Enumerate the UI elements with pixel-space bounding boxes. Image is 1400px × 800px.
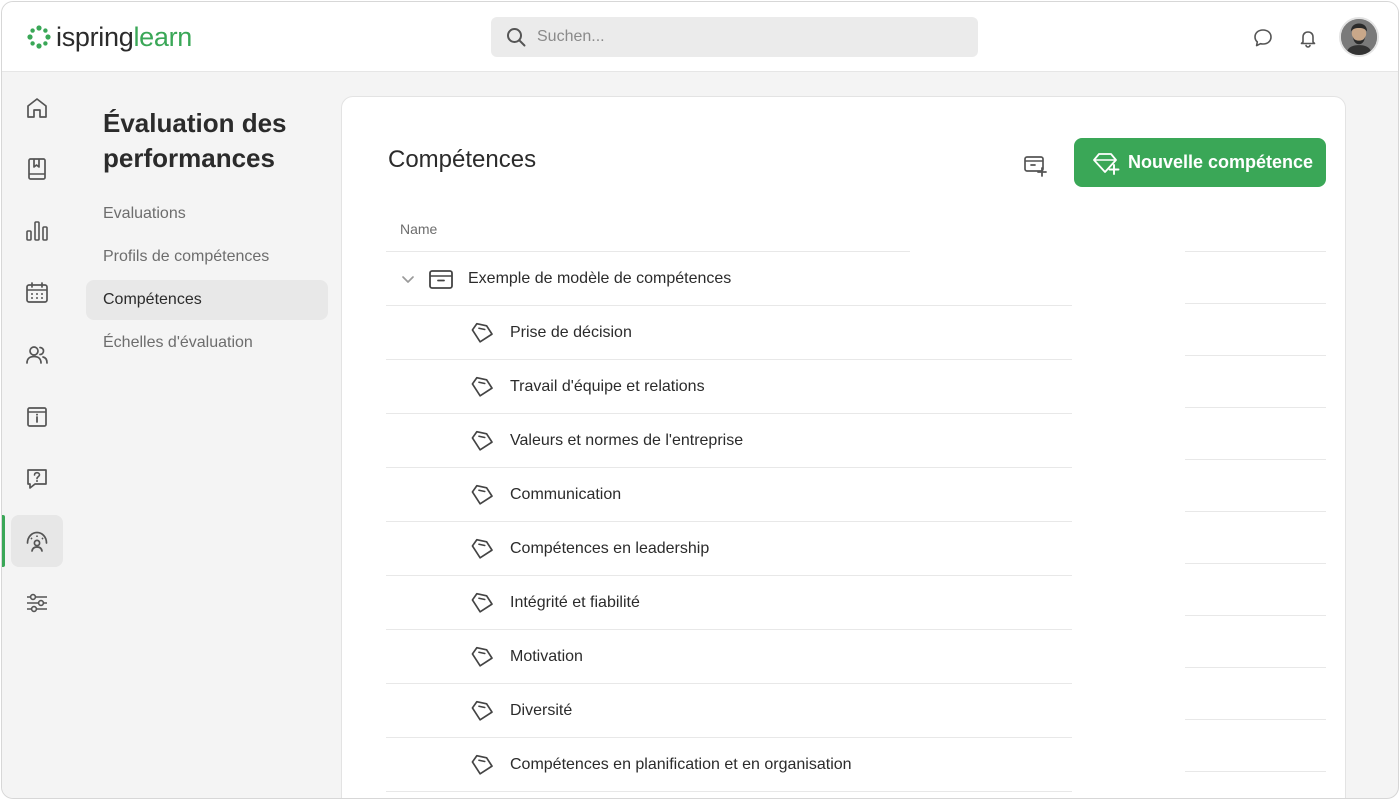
app-window: ispringlearn Suchen... Évaluation des pe…: [1, 1, 1399, 799]
diamond-icon: [471, 376, 493, 397]
course-book-icon: [28, 158, 46, 180]
logo-text-ispring: ispring: [56, 22, 134, 52]
folder-add-icon: [1024, 156, 1047, 177]
diamond-icon: [471, 484, 493, 505]
category-folder-icon: [429, 270, 453, 289]
column-divider: [1185, 667, 1326, 668]
main-panel: Compétences Nouvelle compétence Name Exe…: [341, 96, 1346, 798]
nav-settings[interactable]: [11, 577, 63, 629]
column-divider: [1185, 615, 1326, 616]
diamond-icon: [471, 322, 493, 343]
column-divider: [1185, 251, 1326, 252]
new-competence-button[interactable]: Nouvelle compétence: [1074, 138, 1326, 187]
help-question-icon: [27, 469, 47, 489]
competence-row[interactable]: Prise de décision: [386, 306, 1072, 360]
column-divider: [1185, 563, 1326, 564]
subnav-item-competences[interactable]: Compétences: [86, 280, 328, 320]
top-header: ispringlearn: [2, 2, 1398, 72]
avatar-person-icon: [1341, 19, 1377, 55]
competence-label: Valeurs et normes de l'entreprise: [510, 432, 744, 449]
search-bar[interactable]: [491, 17, 978, 57]
bell-icon[interactable]: [1297, 27, 1319, 49]
column-divider: [1185, 303, 1326, 304]
ispring-learn-logo[interactable]: ispringlearn: [26, 22, 192, 52]
new-category-button[interactable]: [1015, 145, 1055, 185]
column-divider: [1185, 771, 1326, 772]
nav-help[interactable]: [11, 453, 63, 505]
subnav-item-echelles[interactable]: Échelles d'évaluation: [86, 323, 328, 363]
column-header-name[interactable]: Name: [400, 221, 437, 237]
nav-info[interactable]: [11, 391, 63, 443]
logo-text: ispringlearn: [56, 22, 192, 52]
nav-users[interactable]: [11, 329, 63, 381]
column-divider: [1185, 719, 1326, 720]
competence-label: Travail d'équipe et relations: [510, 378, 705, 395]
section-sidebar: Évaluation des performances Evaluations …: [72, 72, 340, 798]
performance-gauge-icon: [26, 531, 48, 552]
reports-chart-icon: [26, 221, 48, 241]
category-row[interactable]: Exemple de modèle de compétences: [386, 252, 1072, 306]
diamond-icon: [471, 754, 493, 775]
nav-calendar[interactable]: [11, 267, 63, 319]
category-label: Exemple de modèle de compétences: [468, 270, 732, 287]
competence-label: Diversité: [510, 702, 573, 719]
new-competence-label: Nouvelle compétence: [1128, 152, 1314, 172]
column-divider: [1185, 459, 1326, 460]
diamond-icon: [471, 430, 493, 451]
chat-bubble-icon[interactable]: [1252, 27, 1274, 49]
user-avatar[interactable]: [1339, 17, 1379, 57]
logo-burst-icon: [27, 25, 51, 49]
competence-label: Compétences en leadership: [510, 540, 710, 557]
nav-home[interactable]: [11, 82, 63, 134]
diamond-icon: [471, 592, 493, 613]
competence-label: Motivation: [510, 648, 583, 665]
competence-label: Prise de décision: [510, 324, 632, 341]
active-nav-indicator: [2, 515, 5, 567]
diamond-icon: [471, 538, 493, 559]
competence-row[interactable]: Diversité: [386, 684, 1072, 738]
search-icon: [507, 28, 526, 47]
search-input[interactable]: [537, 28, 957, 46]
users-icon: [26, 346, 48, 364]
column-divider: [1185, 511, 1326, 512]
subnav-item-profils[interactable]: Profils de compétences: [86, 237, 328, 277]
home-icon: [27, 98, 47, 118]
section-title: Évaluation des performances: [103, 108, 287, 173]
nav-reports[interactable]: [11, 205, 63, 257]
competence-row[interactable]: Compétences en planification et en organ…: [386, 738, 1072, 792]
subnav-item-evaluations[interactable]: Evaluations: [86, 194, 328, 234]
chevron-down-icon[interactable]: [399, 270, 417, 288]
competence-row[interactable]: Valeurs et normes de l'entreprise: [386, 414, 1072, 468]
diamond-icon: [471, 646, 493, 667]
column-divider: [1185, 355, 1326, 356]
competence-row[interactable]: Motivation: [386, 630, 1072, 684]
calendar-icon: [26, 282, 48, 303]
diamond-icon: [471, 700, 493, 721]
diamond-add-icon: [1093, 152, 1120, 175]
settings-sliders-icon: [27, 593, 47, 613]
competence-row[interactable]: Travail d'équipe et relations: [386, 360, 1072, 414]
competence-row[interactable]: Intégrité et fiabilité: [386, 576, 1072, 630]
main-nav-rail: [2, 72, 72, 798]
competence-label: Communication: [510, 486, 622, 503]
column-divider: [1185, 407, 1326, 408]
nav-courses[interactable]: [11, 143, 63, 195]
competence-label: Compétences en planification et en organ…: [510, 756, 852, 773]
competence-label: Intégrité et fiabilité: [510, 594, 640, 611]
competence-row[interactable]: Compétences en leadership: [386, 522, 1072, 576]
nav-performance[interactable]: [11, 515, 63, 567]
page-title: Compétences: [388, 146, 537, 173]
logo-text-learn: learn: [133, 22, 192, 52]
competence-row[interactable]: Communication: [386, 468, 1072, 522]
info-board-icon: [27, 407, 47, 427]
